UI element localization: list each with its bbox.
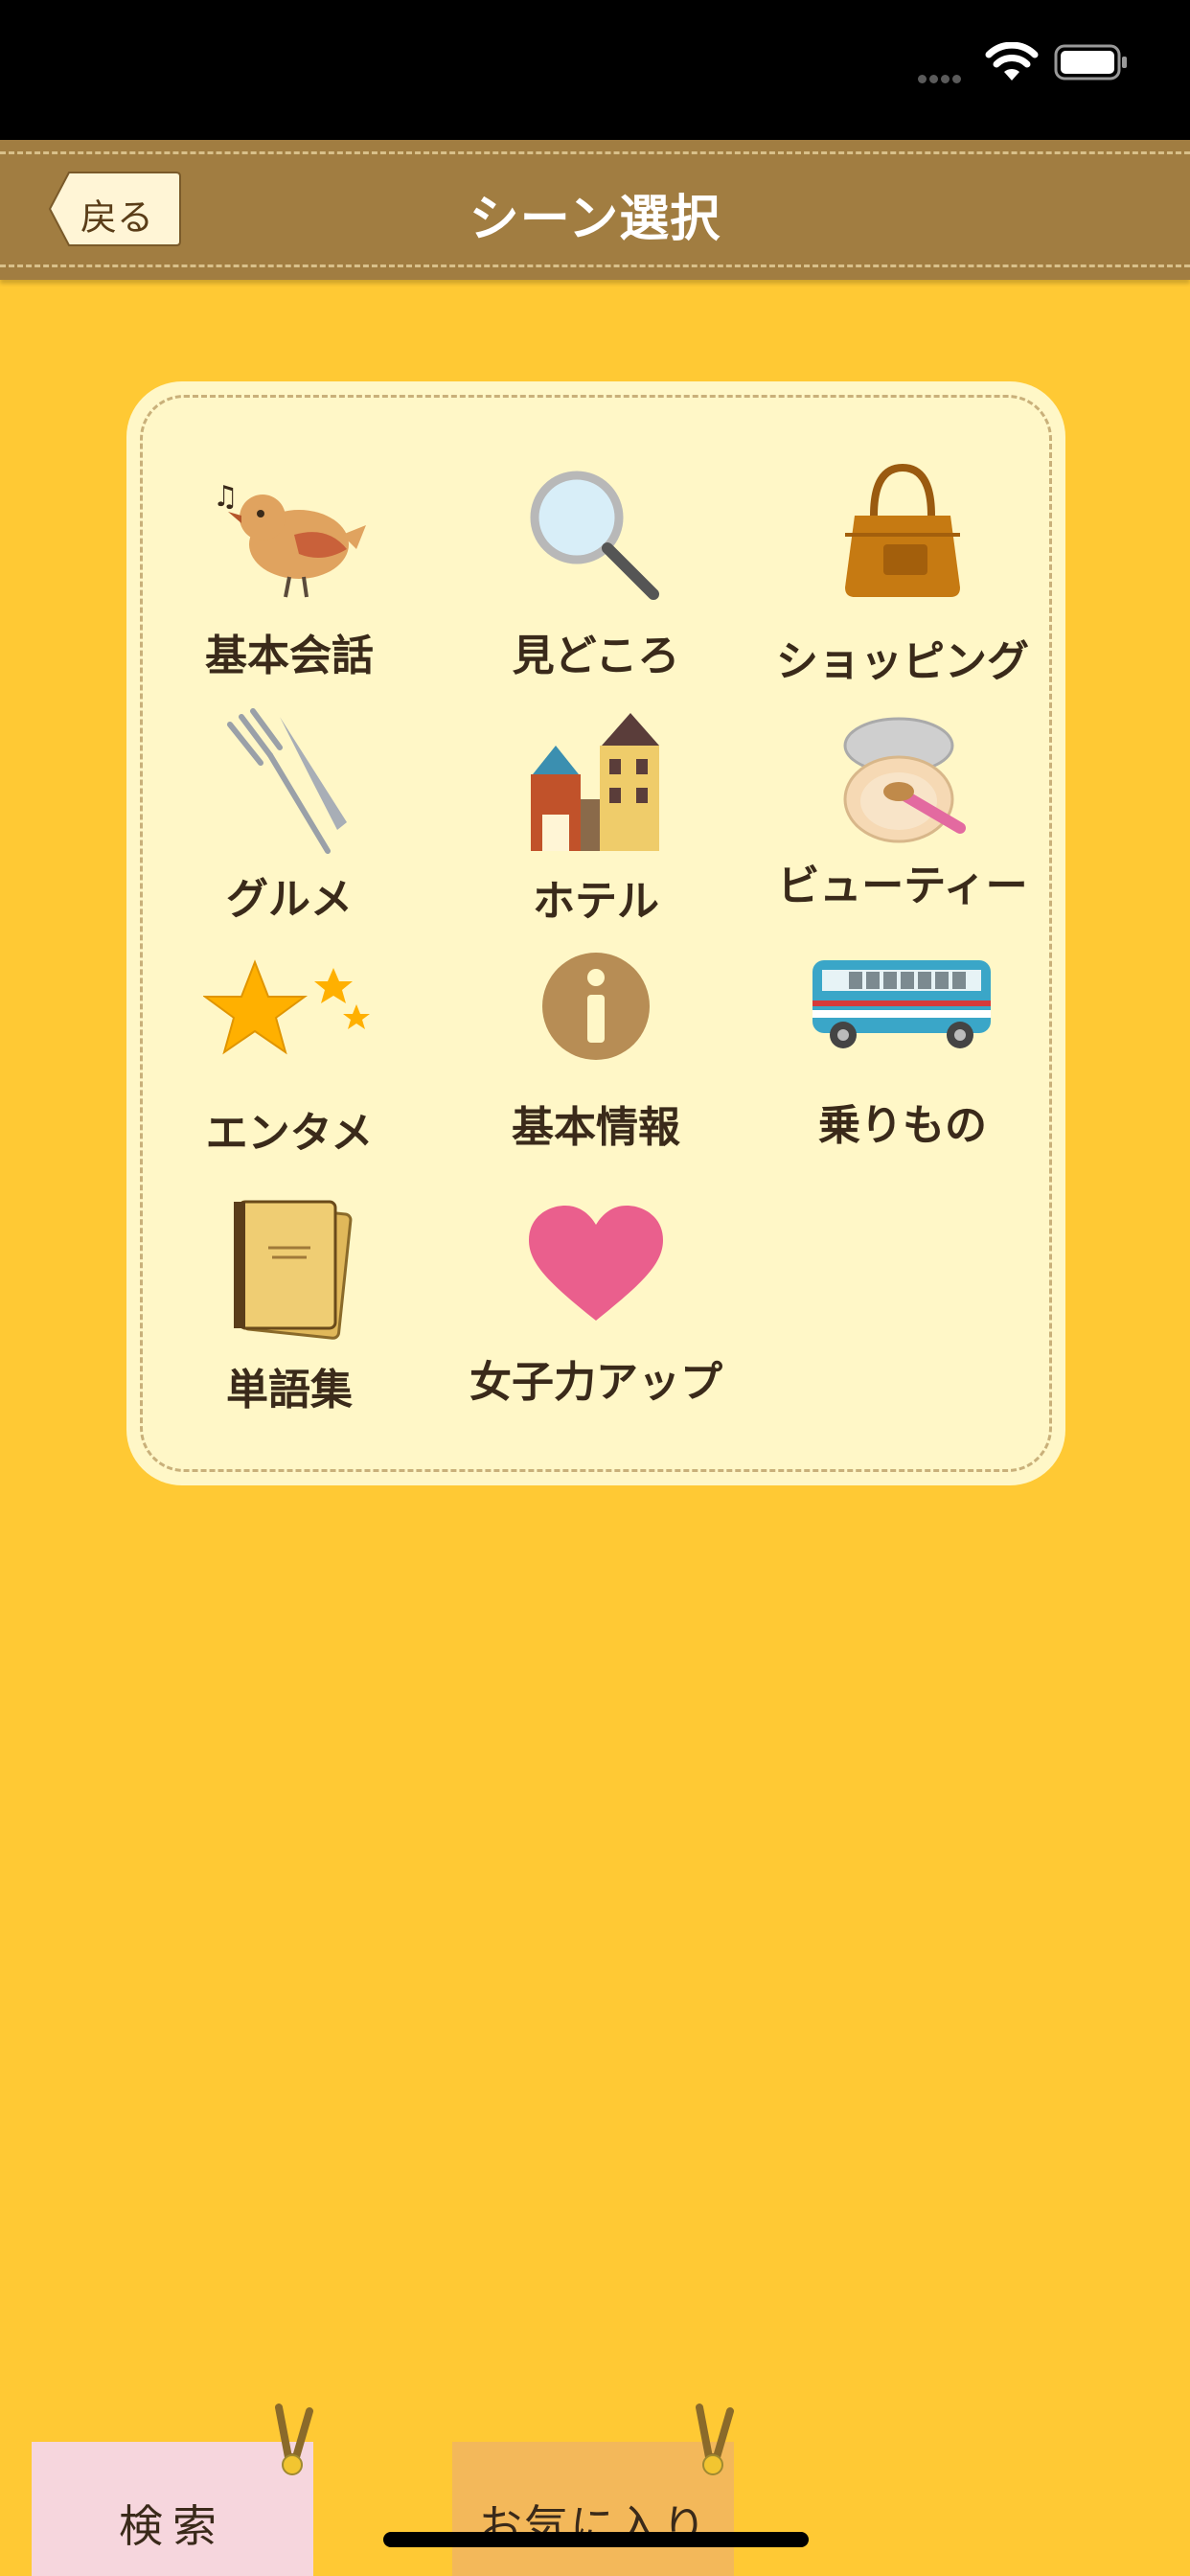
scene-label: 見どころ xyxy=(512,632,680,680)
clip-icon xyxy=(275,2404,313,2475)
scene-item-beauty[interactable]: ビューティー xyxy=(759,707,1046,937)
scene-item-entertainment[interactable]: エンタメ xyxy=(146,947,433,1177)
scene-item-basic-info[interactable]: 基本情報 xyxy=(452,947,740,1177)
scene-label: 単語集 xyxy=(226,1366,353,1414)
fork-knife-icon xyxy=(227,708,347,854)
scene-item-shopping[interactable]: ショッピング xyxy=(759,458,1046,688)
svg-text:♫: ♫ xyxy=(213,480,239,514)
scene-card: ♫ 基本会話 見どころ ショッピング グルメ ホテル ビューティー エンタメ 基… xyxy=(126,381,1065,1485)
bird-icon: ♫ xyxy=(213,480,366,598)
status-bar xyxy=(0,0,1190,140)
navigation-bar: 戻る シーン選択 xyxy=(0,140,1190,280)
scene-label: 基本情報 xyxy=(512,1103,680,1152)
scene-label: エンタメ xyxy=(205,1109,374,1158)
handbag-icon xyxy=(845,463,960,597)
home-indicator[interactable] xyxy=(383,2532,809,2547)
clip-icon xyxy=(696,2404,734,2475)
heart-icon xyxy=(529,1206,663,1321)
scene-label: ビューティー xyxy=(777,862,1028,910)
buildings-icon xyxy=(531,713,659,851)
scene-item-vocabulary[interactable]: 単語集 xyxy=(146,1186,433,1416)
scene-label: グルメ xyxy=(226,875,353,924)
tab-search-label: 検索 xyxy=(119,2500,226,2552)
notebook-icon xyxy=(234,1200,353,1340)
stars-icon xyxy=(203,959,370,1055)
scene-item-girl-power[interactable]: 女子力アップ xyxy=(452,1186,740,1416)
magnifier-icon xyxy=(530,471,659,600)
scene-item-sightseeing[interactable]: 見どころ xyxy=(452,458,740,688)
scene-label: 基本会話 xyxy=(205,632,374,680)
scene-item-hotel[interactable]: ホテル xyxy=(452,707,740,937)
battery-icon xyxy=(1054,44,1127,80)
scene-label: ショッピング xyxy=(776,637,1029,686)
cellular-signal-icon xyxy=(918,69,964,87)
scene-label: 乗りもの xyxy=(818,1101,987,1150)
page-title: シーン選択 xyxy=(469,191,721,248)
scene-item-basic-conversation[interactable]: ♫ 基本会話 xyxy=(146,458,433,688)
scene-item-gourmet[interactable]: グルメ xyxy=(146,707,433,937)
tab-favorites[interactable]: お気に入り xyxy=(452,2404,734,2576)
bus-icon xyxy=(812,960,991,1048)
wifi-icon xyxy=(985,42,1039,80)
nav-stitch-bottom xyxy=(0,264,1190,267)
scene-label: ホテル xyxy=(533,877,659,926)
scene-item-transport[interactable]: 乗りもの xyxy=(759,947,1046,1177)
info-icon xyxy=(542,953,650,1060)
tab-search[interactable]: 検索 xyxy=(32,2404,313,2576)
nav-stitch-top xyxy=(0,151,1190,154)
compact-icon xyxy=(843,717,966,843)
scene-label: 女子力アップ xyxy=(469,1358,722,1407)
